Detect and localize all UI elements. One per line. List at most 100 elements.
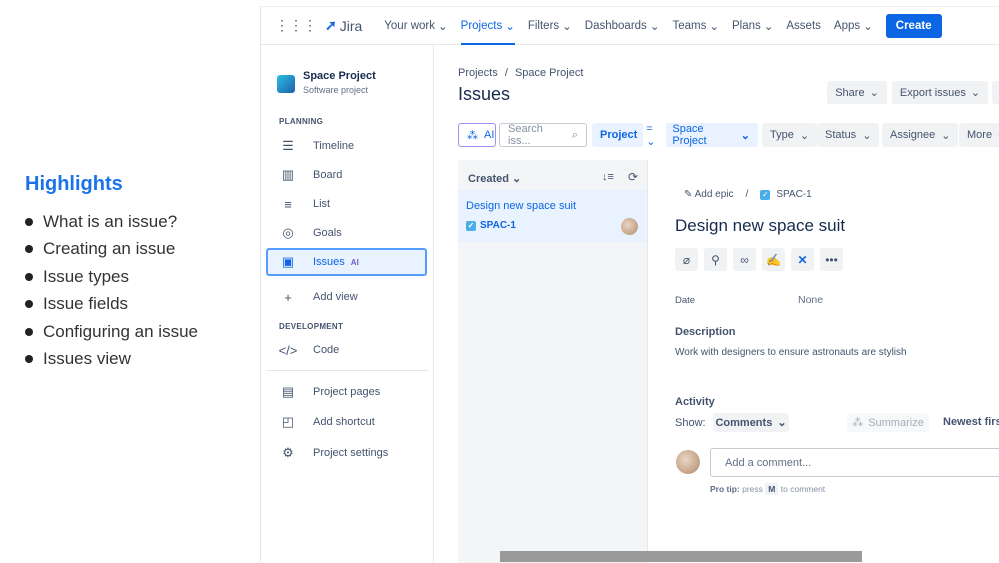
- project-avatar: [277, 75, 295, 93]
- sort-dropdown[interactable]: Created ⌄: [468, 172, 521, 185]
- highlights-list: What is an issue? Creating an issue Issu…: [25, 208, 198, 373]
- attach-icon[interactable]: ⌀: [675, 248, 698, 271]
- list-item-title: Design new space suit: [466, 200, 577, 212]
- app-switcher-icon[interactable]: ⋮⋮⋮: [275, 17, 317, 34]
- task-icon: ✓: [466, 220, 476, 231]
- gear-icon: ⚙: [282, 445, 294, 460]
- confluence-icon[interactable]: ✕: [791, 248, 814, 271]
- jira-window: ⋮⋮⋮ ➚ Jira Your work ⌄ Projects ⌄ Filters ⌄ …: [260, 6, 999, 563]
- link-icon[interactable]: ∞: [733, 248, 756, 271]
- sidebar-item-project-settings[interactable]: ⚙ Project settings: [266, 439, 427, 467]
- date-label: Date: [675, 295, 696, 306]
- logo-text: Jira: [339, 17, 363, 34]
- date-value[interactable]: None: [798, 294, 823, 306]
- breadcrumb-projects[interactable]: Projects: [458, 67, 498, 79]
- breadcrumb-space-project[interactable]: Space Project: [515, 67, 583, 79]
- goals-icon: ◎: [282, 225, 294, 240]
- issues-icon: ▣: [281, 254, 295, 269]
- more-icon[interactable]: •••: [820, 248, 843, 271]
- refresh-icon[interactable]: ⟳: [628, 170, 638, 184]
- project-name: Space Project: [303, 70, 376, 82]
- current-user-avatar: [676, 450, 700, 474]
- highlight-item: Issue types: [25, 263, 198, 291]
- comment-input[interactable]: Add a comment...: [710, 448, 999, 477]
- plus-icon: +: [284, 289, 292, 305]
- issue-breadcrumb: ✎ Add epic / ✓ SPAC-1: [684, 189, 812, 200]
- sidebar-item-add-shortcut[interactable]: ◰ Add shortcut: [266, 408, 427, 436]
- sidebar-item-list[interactable]: ≡ List: [266, 190, 427, 218]
- sidebar: Space Project Software project PLANNING …: [261, 45, 434, 563]
- page-icon: ▤: [281, 384, 295, 399]
- timeline-icon: ☰: [282, 138, 294, 153]
- sidebar-divider: [266, 370, 428, 371]
- highlight-item: What is an issue?: [25, 208, 198, 236]
- sidebar-item-add-view[interactable]: + Add view: [266, 283, 427, 311]
- jira-logo-icon: ➚: [325, 17, 337, 33]
- sidebar-item-goals[interactable]: ◎ Goals: [266, 219, 427, 247]
- search-input[interactable]: Search iss... ⌕: [499, 123, 587, 147]
- nav-teams[interactable]: Teams ⌄: [672, 19, 719, 33]
- ai-icon: ⁂: [852, 417, 864, 429]
- sidebar-item-code[interactable]: </> Code: [266, 336, 427, 364]
- issue-key[interactable]: SPAC-1: [776, 189, 811, 200]
- search-icon: ⌕: [571, 128, 578, 141]
- operator-select[interactable]: = ⌄: [643, 120, 667, 150]
- sort-order-button[interactable]: Newest first: [943, 416, 999, 428]
- nav-plans[interactable]: Plans ⌄: [732, 19, 773, 33]
- top-nav: ⋮⋮⋮ ➚ Jira Your work ⌄ Projects ⌄ Filters ⌄ …: [261, 7, 999, 45]
- project-type: Software project: [303, 85, 369, 95]
- nav-dashboards[interactable]: Dashboards ⌄: [585, 19, 660, 33]
- child-issue-icon[interactable]: ⚲: [704, 248, 727, 271]
- code-icon: </>: [278, 342, 298, 358]
- board-icon: ▥: [281, 167, 295, 182]
- jira-logo[interactable]: ➚ Jira: [325, 17, 362, 34]
- type-filter[interactable]: Type ⌄: [762, 123, 818, 147]
- create-button[interactable]: Create: [885, 13, 942, 38]
- summarize-button[interactable]: ⁂ Summarize: [847, 413, 929, 432]
- signature-icon[interactable]: ✍: [762, 248, 785, 271]
- list-item-key: ✓ SPAC-1: [466, 220, 516, 231]
- sidebar-item-timeline[interactable]: ☰ Timeline: [266, 132, 427, 160]
- more-filter[interactable]: More+: [959, 123, 999, 147]
- issue-list: Created ⌄ ↓≡ ⟳ Design new space suit ✓ SP…: [458, 160, 648, 563]
- list-icon: ≡: [284, 196, 292, 212]
- share-button[interactable]: Share ⌄: [827, 81, 887, 104]
- add-shortcut-icon: ◰: [281, 414, 295, 429]
- description-text[interactable]: Work with designers to ensure astronauts…: [675, 347, 907, 358]
- ai-filter-button[interactable]: ⁂ AI: [458, 123, 496, 147]
- nav-apps[interactable]: Apps ⌄: [834, 19, 873, 33]
- list-item[interactable]: Design new space suit ✓ SPAC-1: [458, 190, 646, 242]
- show-label: Show:: [675, 417, 706, 429]
- assignee-filter[interactable]: Assignee ⌄: [882, 123, 959, 147]
- page-title: Issues: [458, 84, 511, 104]
- description-label: Description: [675, 326, 736, 338]
- project-filter[interactable]: Project = ⌄ Space Project ⌄: [592, 120, 758, 150]
- sidebar-item-issues[interactable]: ▣ Issues AI: [266, 248, 427, 276]
- show-dropdown[interactable]: Comments ⌄: [713, 413, 789, 432]
- nav-projects[interactable]: Projects ⌄: [460, 7, 515, 45]
- avatar: [621, 218, 638, 235]
- issue-toolbar: ⌀ ⚲ ∞ ✍ ✕ •••: [675, 248, 849, 271]
- ai-icon: ⁂: [467, 129, 478, 142]
- nav-assets[interactable]: Assets: [786, 20, 821, 32]
- sidebar-item-board[interactable]: ▥ Board: [266, 161, 427, 189]
- nav-filters[interactable]: Filters ⌄: [528, 19, 572, 33]
- highlight-item: Issue fields: [25, 291, 198, 319]
- sort-order-icon[interactable]: ↓≡: [602, 171, 614, 183]
- export-issues-button[interactable]: Export issues ⌄: [892, 81, 988, 104]
- add-epic-button[interactable]: ✎ Add epic: [684, 189, 734, 200]
- ai-badge: AI: [350, 257, 359, 267]
- highlight-item: Creating an issue: [25, 236, 198, 264]
- task-icon: ✓: [760, 189, 771, 200]
- highlights-title: Highlights: [25, 173, 123, 195]
- nav-your-work[interactable]: Your work ⌄: [384, 19, 447, 33]
- section-development: DEVELOPMENT: [279, 322, 344, 331]
- highlight-item: Issues view: [25, 346, 198, 374]
- breadcrumb: Projects / Space Project: [458, 67, 583, 79]
- breadcrumb-sep: /: [504, 67, 508, 79]
- pro-tip: Pro tip: press M to comment: [710, 483, 826, 495]
- more-actions-button[interactable]: [992, 81, 999, 104]
- sidebar-item-project-pages[interactable]: ▤ Project pages: [266, 378, 427, 406]
- status-filter[interactable]: Status ⌄: [817, 123, 880, 147]
- issue-title[interactable]: Design new space suit: [675, 216, 845, 236]
